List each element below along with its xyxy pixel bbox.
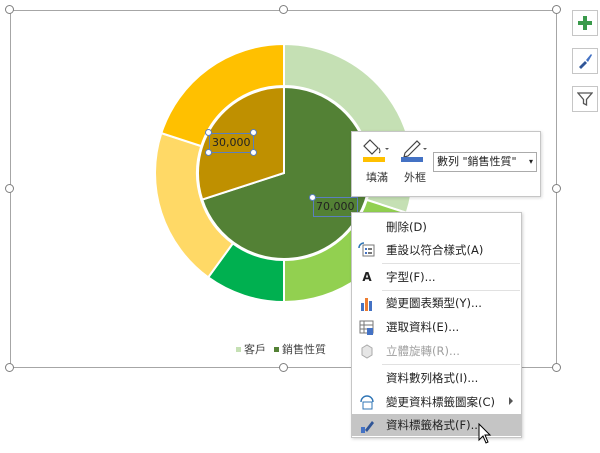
mouse-cursor-icon (478, 423, 492, 444)
menu-item-font[interactable]: A 字型(F)... (352, 266, 521, 288)
menu-separator (382, 290, 520, 291)
label-handle[interactable] (250, 129, 257, 136)
label-handle[interactable] (205, 149, 212, 156)
label-shape-icon (360, 395, 374, 410)
menu-item-reset-style[interactable]: 重設以符合樣式(A) (352, 239, 521, 261)
pen-icon (401, 140, 427, 162)
brush-icon (579, 54, 592, 69)
chart-elements-button[interactable] (572, 10, 598, 36)
menu-item-select-data[interactable]: 選取資料(E)... (352, 316, 521, 338)
menu-item-format-data-series[interactable]: 資料數列格式(I)... (352, 367, 521, 389)
legend-swatch (274, 346, 279, 352)
series-select-dropdown[interactable]: 數列 "銷售性質" ▾ (433, 152, 537, 172)
submenu-arrow-icon (509, 397, 513, 405)
menu-item-label: 重設以符合樣式(A) (386, 243, 484, 257)
inner-ring-sales (197, 85, 371, 260)
menu-item-delete[interactable]: 刪除(D) (352, 216, 521, 238)
menu-item-format-data-labels[interactable]: 資料標籤格式(F)... (352, 414, 521, 436)
legend-item-sales: 銷售性質 (274, 341, 326, 357)
data-label-30000[interactable]: 30,000 (209, 133, 254, 153)
series-select-value: 數列 "銷售性質" (437, 155, 517, 168)
menu-item-label: 立體旋轉(R)... (386, 344, 460, 358)
menu-item-label: 字型(F)... (386, 270, 436, 284)
fill-button[interactable]: 填滿 (360, 136, 394, 185)
menu-separator (382, 364, 520, 365)
label-handle[interactable] (205, 129, 212, 136)
menu-item-3d-rotation: 立體旋轉(R)... (352, 340, 521, 362)
fill-color-swatch (363, 157, 385, 162)
menu-item-label: 資料標籤格式(F)... (386, 418, 482, 432)
fill-label: 填滿 (366, 171, 388, 184)
context-menu: 刪除(D) 重設以符合樣式(A) A 字型(F)... 變更圖表類型(Y)...… (351, 212, 522, 438)
3d-rotation-icon (361, 344, 373, 359)
paint-bucket-icon (363, 139, 389, 162)
format-mini-toolbar: 填滿 外框 數列 "銷售性質" ▾ (351, 131, 541, 197)
menu-separator (382, 263, 520, 264)
filter-icon (577, 92, 593, 107)
chart-filters-button[interactable] (572, 86, 598, 112)
label-handle[interactable] (250, 149, 257, 156)
chart-type-icon (361, 298, 372, 311)
label-handle[interactable] (309, 194, 316, 201)
menu-item-label: 變更圖表類型(Y)... (386, 296, 482, 310)
legend-item-customers: 客戶 (236, 341, 266, 357)
plus-icon (578, 16, 592, 30)
legend-label: 銷售性質 (282, 343, 326, 356)
outline-label: 外框 (404, 171, 426, 184)
outline-color-swatch (401, 157, 423, 162)
chevron-down-icon: ▾ (528, 157, 533, 166)
reset-style-icon (358, 242, 375, 257)
legend-label: 客戶 (244, 343, 266, 356)
outline-button[interactable]: 外框 (398, 136, 432, 185)
format-label-icon (361, 421, 374, 433)
font-icon: A (362, 270, 372, 284)
menu-item-label: 資料數列格式(I)... (386, 371, 479, 385)
chart-styles-button[interactable] (572, 48, 598, 74)
menu-item-label: 變更資料標籤圖案(C) (386, 395, 496, 409)
menu-item-change-chart-type[interactable]: 變更圖表類型(Y)... (352, 292, 521, 314)
legend-swatch (236, 346, 241, 352)
chart-legend[interactable]: 客戶 銷售性質 (236, 341, 326, 357)
select-data-icon (359, 320, 374, 335)
menu-item-change-label-shape[interactable]: 變更資料標籤圖案(C) (352, 391, 521, 413)
menu-item-label: 刪除(D) (386, 220, 427, 234)
menu-item-label: 選取資料(E)... (386, 320, 460, 334)
